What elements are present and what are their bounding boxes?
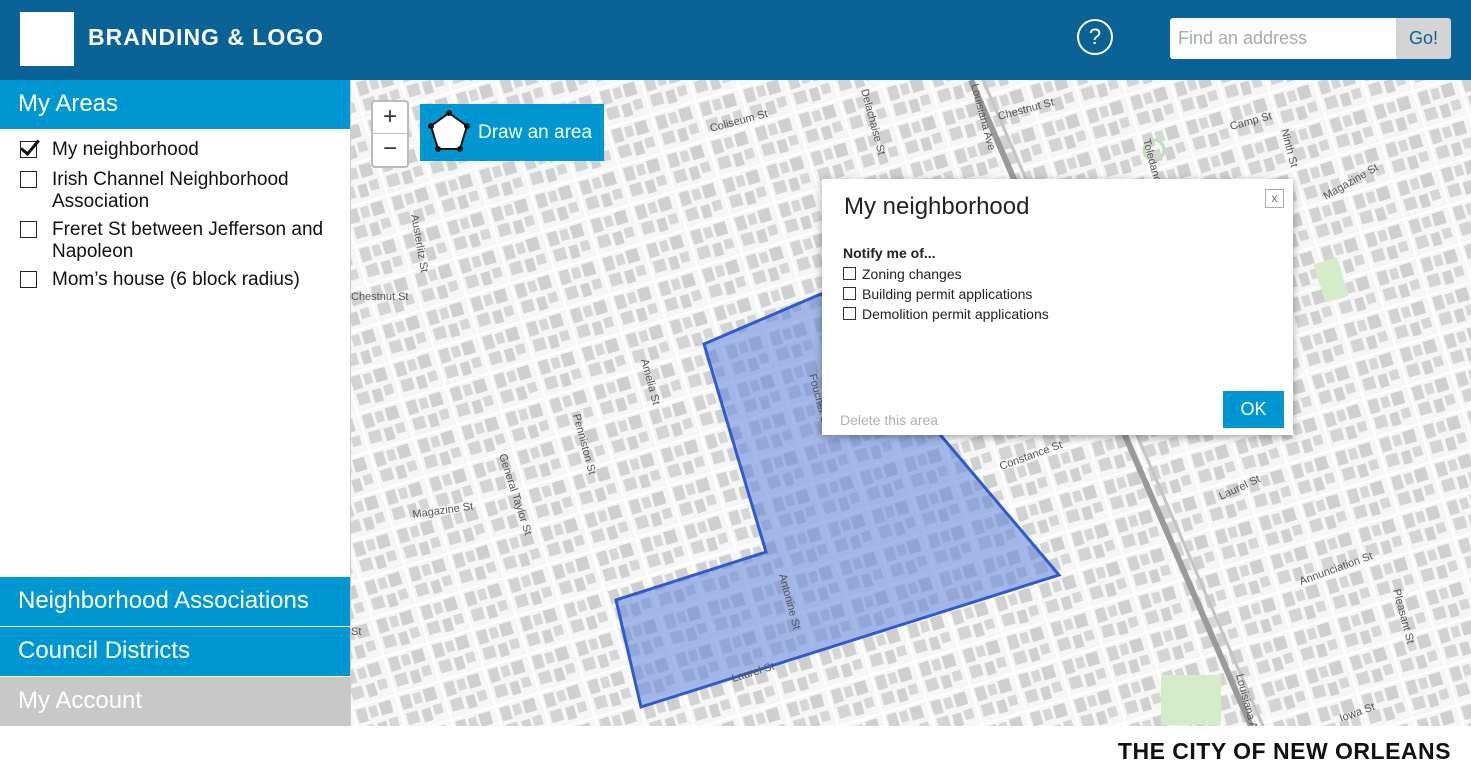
pentagon-draw-icon [428, 110, 470, 152]
area-item-irish-channel[interactable]: Irish Channel Neighborhood Association [20, 169, 340, 213]
area-checkbox[interactable] [20, 221, 37, 238]
close-icon[interactable]: x [1265, 189, 1284, 208]
area-checkbox[interactable] [20, 171, 37, 188]
area-checkbox[interactable] [20, 141, 37, 158]
city-name: THE CITY OF NEW ORLEANS [1117, 738, 1451, 764]
area-label: Irish Channel Neighborhood Association [52, 169, 289, 212]
neighborhood-associations-header[interactable]: Neighborhood Associations [0, 577, 350, 626]
option-label: Building permit applications [862, 286, 1033, 302]
go-button[interactable]: Go! [1396, 18, 1451, 59]
option-building-permit[interactable]: Building permit applications [843, 286, 1032, 302]
option-checkbox[interactable] [843, 307, 856, 320]
option-zoning[interactable]: Zoning changes [843, 266, 962, 282]
sidebar: My Areas My neighborhood Irish Channel N… [0, 80, 351, 726]
svg-text:Chestnut St: Chestnut St [351, 291, 408, 303]
draw-area-button[interactable]: Draw an area [420, 104, 604, 161]
draw-area-label: Draw an area [478, 122, 593, 143]
area-label: My neighborhood [52, 139, 199, 160]
area-item-moms-house[interactable]: Mom’s house (6 block radius) [20, 269, 340, 291]
help-icon[interactable]: ? [1077, 19, 1113, 55]
council-districts-header[interactable]: Council Districts [0, 627, 350, 676]
area-checkbox[interactable] [20, 271, 37, 288]
ok-button[interactable]: OK [1223, 391, 1284, 428]
delete-area-link[interactable]: Delete this area [840, 412, 938, 428]
area-item-my-neighborhood[interactable]: My neighborhood [20, 139, 340, 161]
zoom-out-button[interactable]: − [373, 134, 407, 165]
area-item-freret-st[interactable]: Freret St between Jefferson and Napoleon [20, 219, 340, 263]
option-label: Demolition permit applications [862, 306, 1049, 322]
my-account-header[interactable]: My Account [0, 677, 350, 726]
area-label: Mom’s house (6 block radius) [52, 269, 300, 290]
zoom-control: + − [371, 100, 409, 168]
area-label: Freret St between Jefferson and Napoleon [52, 219, 324, 262]
option-label: Zoning changes [862, 266, 962, 282]
option-demolition-permit[interactable]: Demolition permit applications [843, 306, 1049, 322]
my-areas-header[interactable]: My Areas [0, 80, 350, 129]
area-popup: My neighborhood x Notify me of... Zoning… [822, 179, 1293, 435]
app-header: BRANDING & LOGO ? Go! [0, 0, 1471, 80]
logo [20, 12, 74, 66]
zoom-in-button[interactable]: + [373, 102, 407, 134]
popup-title: My neighborhood [844, 193, 1030, 220]
brand-name: BRANDING & LOGO [88, 24, 325, 50]
footer: THE CITY OF NEW ORLEANS [0, 726, 1471, 780]
option-checkbox[interactable] [843, 287, 856, 300]
notify-heading: Notify me of... [843, 245, 936, 261]
svg-text:St: St [351, 626, 361, 638]
option-checkbox[interactable] [843, 267, 856, 280]
address-search-input[interactable] [1170, 18, 1396, 59]
